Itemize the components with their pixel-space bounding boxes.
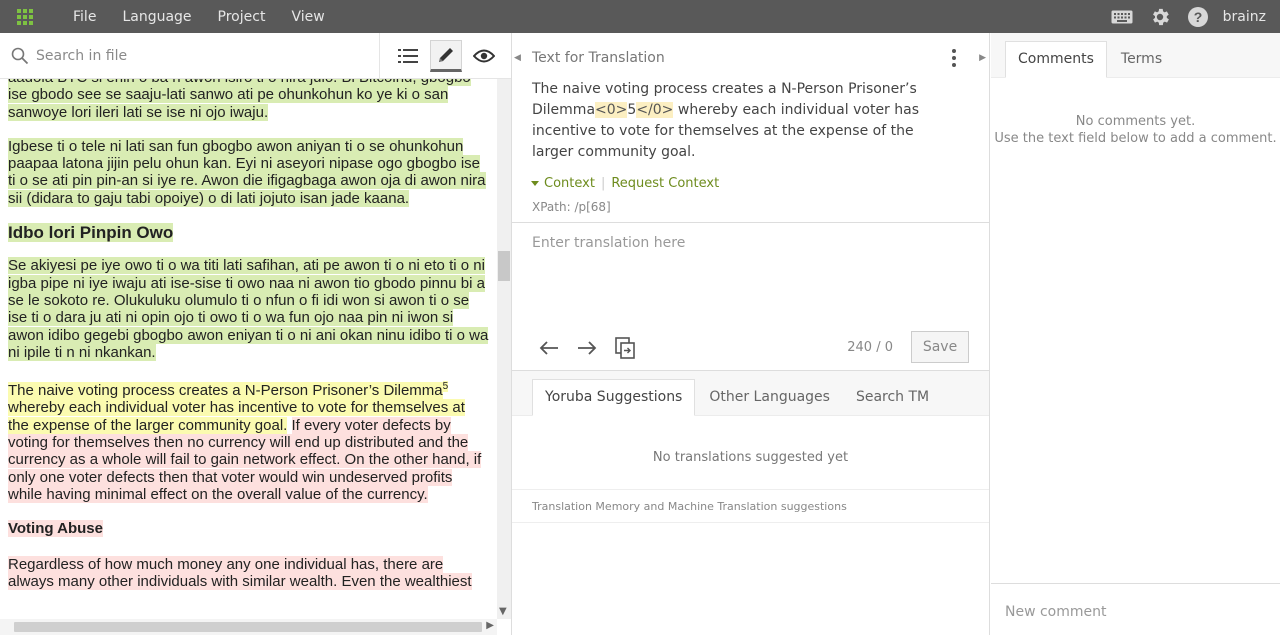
xpath-label: XPath: /p[68] bbox=[532, 200, 611, 214]
menu-language[interactable]: Language bbox=[122, 9, 191, 25]
scrollbar-thumb[interactable] bbox=[498, 251, 510, 281]
more-options-icon[interactable] bbox=[951, 49, 957, 67]
doc-paragraph[interactable]: aadoła BTC si enin o ba ń awon isiro ti … bbox=[8, 79, 489, 121]
document-panel: aadoła BTC si enin o ba ń awon isiro ti … bbox=[0, 32, 512, 635]
tab-yoruba-suggestions[interactable]: Yoruba Suggestions bbox=[532, 379, 696, 416]
no-suggestions-message: No translations suggested yet bbox=[652, 450, 849, 465]
list-view-button[interactable] bbox=[392, 40, 424, 72]
caret-down-icon bbox=[531, 180, 539, 186]
context-toggle[interactable]: Context bbox=[544, 176, 595, 191]
top-bar: File Language Project View ? brainz bbox=[0, 0, 1280, 33]
new-comment-input[interactable] bbox=[1005, 604, 1265, 620]
copy-source-icon bbox=[615, 336, 635, 359]
arrow-left-icon bbox=[539, 340, 558, 355]
placeholder-tag[interactable]: <0> bbox=[595, 102, 628, 118]
save-button[interactable]: Save bbox=[911, 331, 969, 363]
suggestions-tabs: Yoruba Suggestions Other Languages Searc… bbox=[512, 371, 989, 416]
translation-input[interactable] bbox=[512, 223, 989, 325]
new-comment-box bbox=[991, 583, 1280, 635]
doc-paragraph[interactable]: Se akiyesi pe iye owo ti o wa titi lati … bbox=[8, 257, 489, 361]
edit-mode-button[interactable] bbox=[430, 39, 462, 72]
doc-heading[interactable]: Idbo lori Pinpin Owo bbox=[8, 223, 489, 243]
placeholder-tag[interactable]: </0> bbox=[636, 102, 674, 118]
copy-source-button[interactable] bbox=[614, 336, 636, 359]
top-right-controls: ? brainz bbox=[1095, 0, 1266, 33]
arrow-right-icon bbox=[578, 340, 597, 355]
list-icon bbox=[398, 48, 418, 63]
comments-panel: Comments Terms No comments yet. Use the … bbox=[991, 33, 1280, 635]
gear-icon[interactable] bbox=[1149, 6, 1171, 28]
help-icon[interactable]: ? bbox=[1187, 6, 1209, 28]
menu-project[interactable]: Project bbox=[218, 9, 266, 25]
eye-icon bbox=[473, 49, 495, 62]
keyboard-icon[interactable] bbox=[1111, 6, 1133, 28]
user-name[interactable]: brainz bbox=[1223, 9, 1266, 25]
translation-actions: 240 / 0 Save bbox=[512, 325, 989, 370]
document-toolbar bbox=[0, 32, 511, 79]
doc-paragraph-current[interactable]: The naive voting process creates a N-Per… bbox=[8, 378, 489, 503]
doc-paragraph[interactable]: Igbese ti o tele ni lati san fun gbogbo … bbox=[8, 137, 489, 207]
apps-grid-icon bbox=[17, 8, 33, 25]
no-comments-message: No comments yet. Use the text field belo… bbox=[994, 114, 1277, 146]
translation-editor bbox=[512, 222, 989, 325]
translation-header: Text for Translation bbox=[512, 33, 989, 83]
doc-paragraph[interactable]: Regardless of how much money any one ind… bbox=[8, 555, 489, 591]
scroll-right-arrow-icon[interactable]: ▶ bbox=[486, 620, 494, 631]
previous-button[interactable] bbox=[538, 337, 560, 359]
character-counter: 240 / 0 bbox=[847, 340, 893, 355]
search-icon bbox=[11, 47, 29, 64]
source-text: The naive voting process creates a N-Per… bbox=[532, 81, 920, 160]
document-horizontal-scrollbar[interactable]: ▶ bbox=[0, 619, 497, 635]
comments-tabs: Comments Terms bbox=[991, 33, 1280, 78]
tab-search-tm[interactable]: Search TM bbox=[844, 380, 941, 415]
context-row: Context | Request Context bbox=[512, 176, 989, 191]
translation-panel: ◀ ▶ Text for Translation The naive votin… bbox=[512, 33, 990, 635]
search-input[interactable] bbox=[36, 47, 356, 64]
tm-mt-note: Translation Memory and Machine Translati… bbox=[512, 489, 989, 523]
doc-heading[interactable]: Voting Abuse bbox=[8, 520, 489, 538]
main-menu: File Language Project View bbox=[73, 9, 351, 25]
tab-comments[interactable]: Comments bbox=[1005, 41, 1107, 78]
tab-terms[interactable]: Terms bbox=[1109, 42, 1174, 77]
document-content: aadoła BTC si enin o ba ń awon isiro ti … bbox=[0, 79, 497, 619]
scroll-down-arrow-icon[interactable]: ▼ bbox=[499, 606, 507, 617]
preview-mode-button[interactable] bbox=[468, 40, 500, 72]
request-context-link[interactable]: Request Context bbox=[611, 176, 719, 191]
document-vertical-scrollbar[interactable]: ▼ bbox=[497, 79, 511, 619]
tab-other-languages[interactable]: Other Languages bbox=[697, 380, 842, 415]
next-button[interactable] bbox=[576, 337, 598, 359]
scrollbar-thumb[interactable] bbox=[14, 622, 482, 632]
pencil-icon bbox=[439, 47, 453, 62]
apps-button[interactable] bbox=[0, 0, 50, 33]
suggestions-panel: Yoruba Suggestions Other Languages Searc… bbox=[512, 370, 989, 635]
menu-file[interactable]: File bbox=[73, 9, 96, 25]
search-box bbox=[0, 32, 380, 79]
svg-text:?: ? bbox=[1193, 9, 1202, 25]
menu-view[interactable]: View bbox=[291, 9, 324, 25]
translation-panel-title: Text for Translation bbox=[532, 50, 665, 66]
